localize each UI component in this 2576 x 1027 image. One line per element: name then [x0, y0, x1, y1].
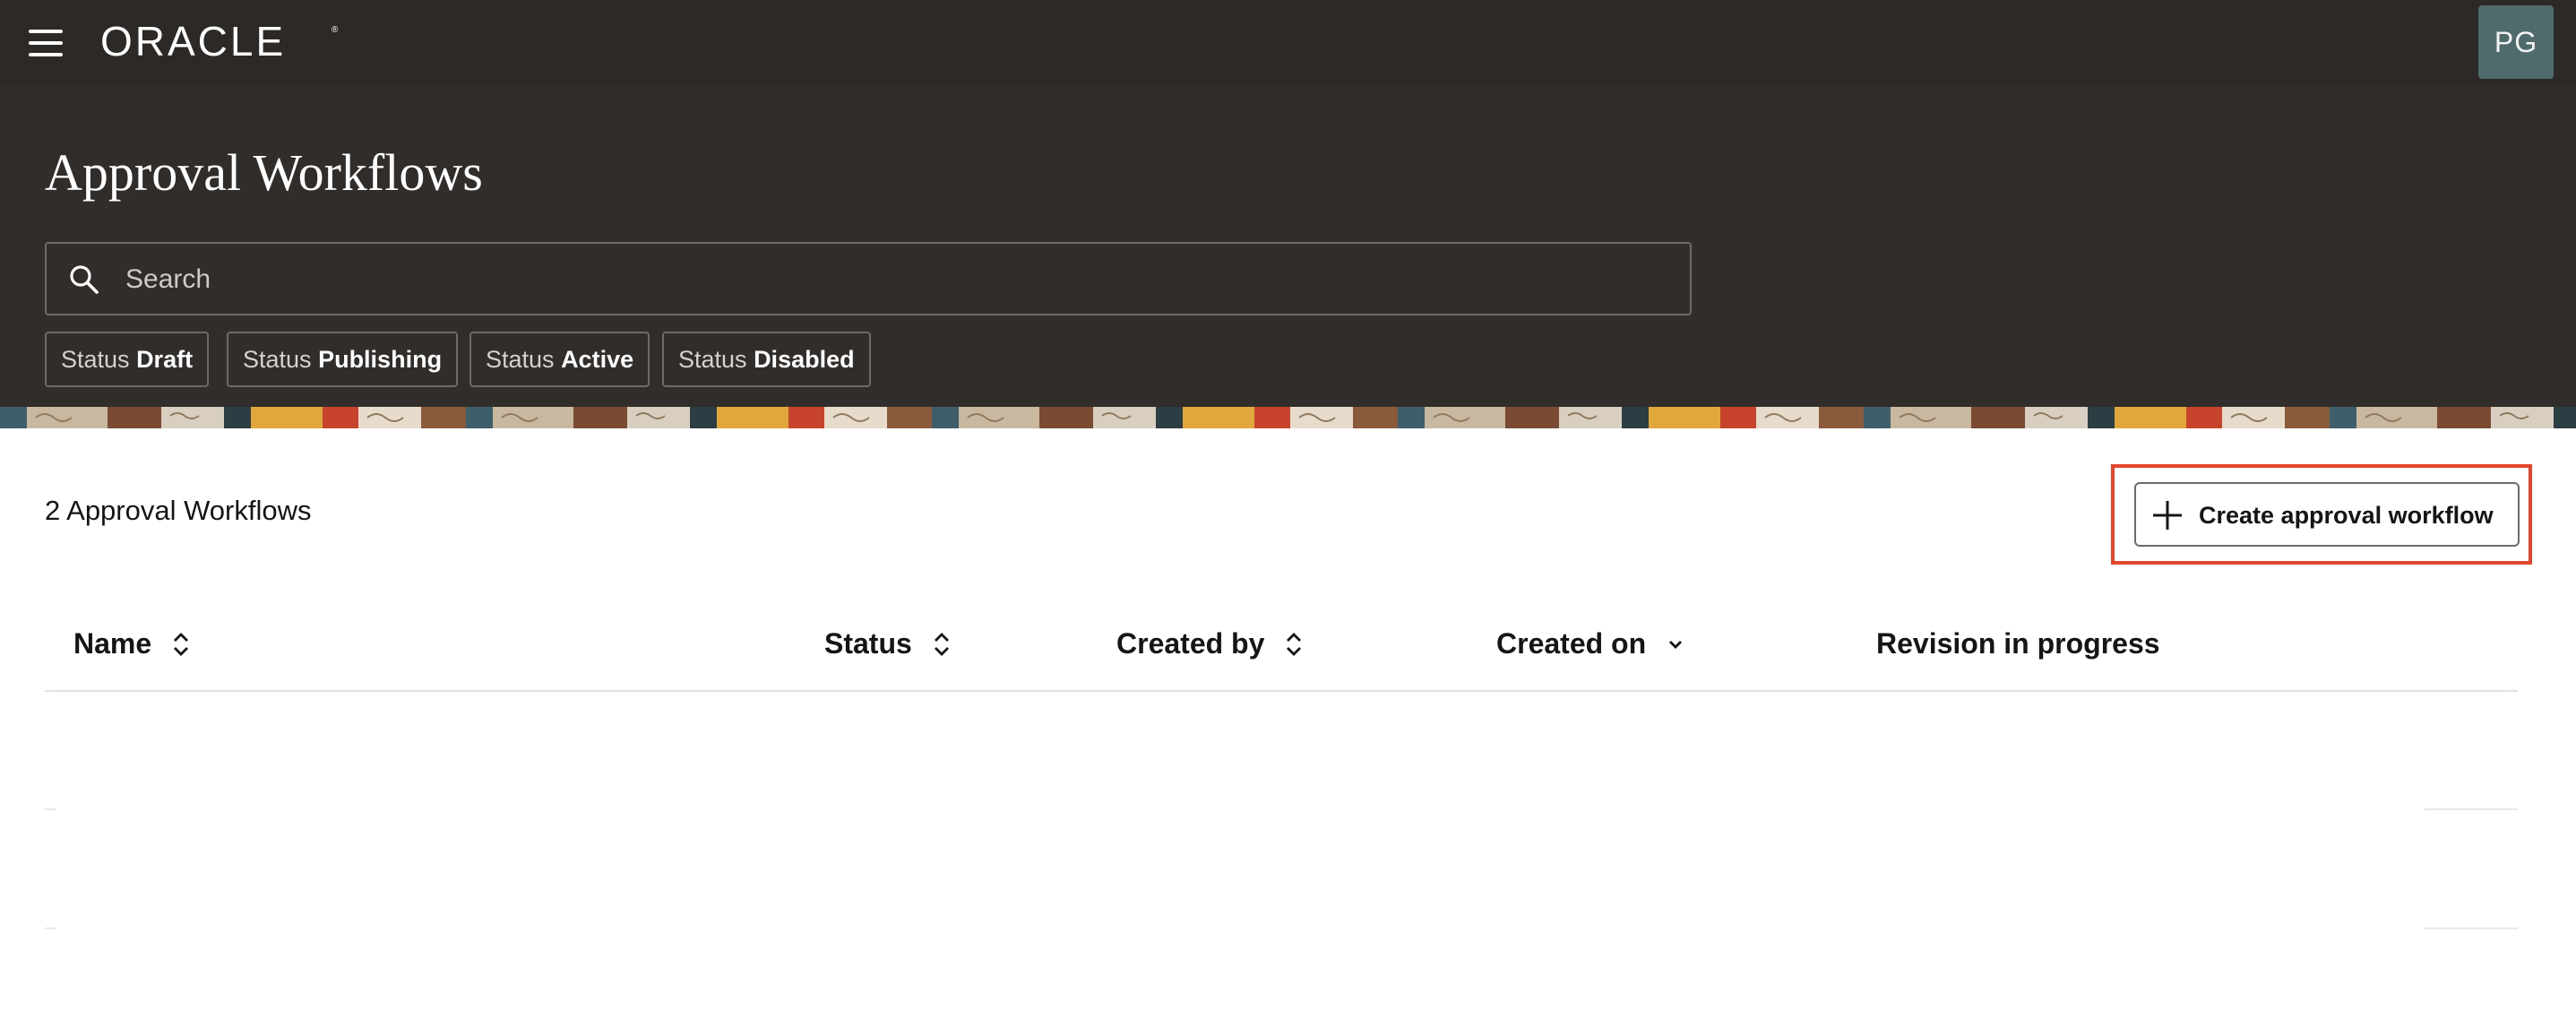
create-button-label: Create approval workflow: [2199, 502, 2494, 529]
results-count: 2 Approval Workflows: [45, 495, 312, 526]
column-header-revision-in-progress: Revision in progress: [1876, 627, 2160, 660]
chip-prefix: Status: [243, 346, 312, 373]
table-header-row: Name Status Created by Created on Revisi…: [45, 615, 2518, 690]
column-header-created-by[interactable]: Created by: [1116, 627, 1304, 660]
column-label: Created by: [1116, 627, 1265, 660]
sort-toggle-icon[interactable]: [171, 631, 191, 658]
oracle-logo[interactable]: ORACLE ®: [100, 20, 342, 63]
create-approval-workflow-button[interactable]: Create approval workflow: [2134, 482, 2520, 547]
column-header-name[interactable]: Name: [73, 627, 191, 660]
table-header-divider: [45, 690, 2518, 692]
chip-prefix: Status: [678, 346, 747, 373]
user-avatar[interactable]: PG: [2478, 5, 2554, 79]
top-navigation-bar: ORACLE ® PG: [0, 0, 2576, 86]
chip-value: Draft: [136, 346, 194, 373]
filter-chip-draft[interactable]: Status Draft: [45, 332, 210, 387]
row-divider: [45, 808, 56, 810]
column-label: Revision in progress: [1876, 627, 2160, 660]
chip-value: Disabled: [754, 346, 855, 373]
chip-value: Active: [561, 346, 634, 373]
search-input[interactable]: [124, 256, 1650, 303]
svg-text:ORACLE: ORACLE: [100, 20, 286, 63]
sort-toggle-icon[interactable]: [1284, 631, 1304, 658]
filter-chip-publishing[interactable]: Status Publishing: [227, 332, 459, 387]
column-header-status[interactable]: Status: [824, 627, 952, 660]
decorative-banner: [0, 407, 2576, 428]
sort-toggle-icon[interactable]: [932, 631, 952, 658]
plus-icon: [2153, 501, 2182, 530]
svg-text:®: ®: [332, 25, 339, 35]
chip-value: Publishing: [318, 346, 443, 373]
search-icon: [70, 265, 99, 294]
row-divider: [45, 928, 56, 929]
sort-descending-icon[interactable]: [1666, 631, 1685, 658]
column-label: Name: [73, 627, 152, 660]
column-header-created-on[interactable]: Created on: [1496, 627, 1685, 660]
column-label: Created on: [1496, 627, 1647, 660]
filter-chip-disabled[interactable]: Status Disabled: [662, 332, 871, 387]
page-header: Approval Workflows Status Draft Status P…: [0, 86, 2576, 407]
hamburger-menu-icon[interactable]: [25, 23, 66, 63]
filter-chip-active[interactable]: Status Active: [470, 332, 650, 387]
chip-prefix: Status: [486, 346, 555, 373]
chip-prefix: Status: [61, 346, 130, 373]
search-field[interactable]: [45, 242, 1692, 315]
column-label: Status: [824, 627, 912, 660]
row-divider: [2425, 928, 2518, 929]
page-title: Approval Workflows: [45, 143, 483, 202]
row-divider: [2425, 808, 2518, 810]
